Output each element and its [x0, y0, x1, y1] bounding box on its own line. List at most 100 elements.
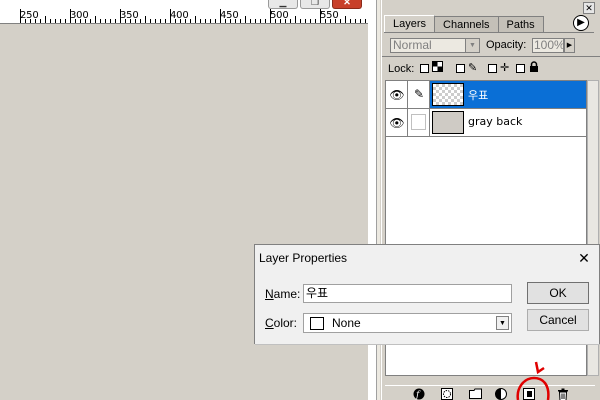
- ruler-tick: [355, 19, 356, 23]
- visibility-toggle[interactable]: 👁: [386, 109, 408, 136]
- minimize-icon: ▁: [279, 0, 287, 7]
- ruler-tick: [105, 19, 106, 23]
- ruler-tick: [300, 19, 301, 23]
- palette-close-button[interactable]: ✕: [583, 2, 595, 14]
- ruler-tick: [335, 19, 336, 23]
- lock-transparency-checkbox[interactable]: [420, 64, 429, 73]
- restore-icon: ❐: [310, 0, 320, 7]
- ruler-tick: [210, 19, 211, 23]
- cancel-button[interactable]: Cancel: [527, 309, 589, 331]
- ruler-tick: [175, 19, 176, 23]
- lock-icon: [529, 61, 539, 77]
- close-icon: ✕: [343, 0, 351, 7]
- ruler-tick: [125, 19, 126, 23]
- close-icon: ✕: [585, 3, 593, 13]
- ruler-tick: [65, 19, 66, 23]
- color-label: Color:: [265, 316, 298, 330]
- ruler-tick: [155, 19, 156, 23]
- layer-name-input[interactable]: 우표: [303, 284, 512, 303]
- new-set-icon[interactable]: [467, 388, 483, 400]
- lock-position-checkbox[interactable]: [488, 64, 497, 73]
- ruler-tick: [85, 19, 86, 23]
- chevron-down-icon[interactable]: ▼: [496, 316, 509, 330]
- ruler-tick: [290, 19, 291, 23]
- empty-link-box: [411, 114, 426, 130]
- layer-link-cell[interactable]: [408, 109, 430, 136]
- layer-link-cell[interactable]: ✎: [408, 81, 430, 108]
- ruler-tick: [205, 19, 206, 23]
- ruler-tick: [305, 19, 306, 23]
- ruler-tick: [160, 19, 161, 23]
- ruler-tick: [255, 19, 256, 23]
- eye-icon: 👁: [389, 116, 405, 130]
- ruler-tick: [110, 19, 111, 23]
- blend-mode-select[interactable]: Normal ▼: [390, 38, 480, 53]
- lock-row: Lock: ✎ ✛: [382, 56, 600, 80]
- window-controls: ▁ ❐ ✕: [268, 0, 362, 9]
- color-value: None: [332, 316, 361, 330]
- visibility-toggle[interactable]: 👁: [386, 81, 408, 108]
- ruler-tick: [150, 19, 151, 23]
- divider: [384, 32, 594, 33]
- trash-icon[interactable]: [555, 388, 571, 400]
- mask-icon[interactable]: [439, 388, 455, 400]
- checker-icon: [432, 61, 443, 76]
- ruler-tick: [220, 9, 221, 23]
- ruler-tick: [275, 19, 276, 23]
- ruler-tick: [330, 19, 331, 23]
- ruler-tick: [190, 19, 191, 23]
- dialog-close-button[interactable]: ✕: [573, 248, 595, 268]
- color-select[interactable]: None ▼: [303, 313, 512, 333]
- palette-titlebar[interactable]: ✕: [382, 0, 600, 16]
- close-window-button[interactable]: ✕: [332, 0, 362, 9]
- ruler-tick: [280, 19, 281, 23]
- ruler-tick: [245, 16, 246, 23]
- move-icon: ✛: [500, 62, 510, 74]
- lock-all-checkbox[interactable]: [516, 64, 525, 73]
- ruler-tick: [180, 19, 181, 23]
- opacity-label: Opacity:: [486, 39, 527, 51]
- ruler-tick: [270, 9, 271, 23]
- opacity-slider-button[interactable]: ▶: [564, 38, 575, 53]
- ruler-tick: [75, 19, 76, 23]
- ruler-tick: [120, 9, 121, 23]
- ruler-tick: [115, 19, 116, 23]
- ruler-tick: [195, 16, 196, 23]
- ruler-tick: [35, 19, 36, 23]
- tab-layers[interactable]: Layers: [384, 15, 436, 33]
- ok-button[interactable]: OK: [527, 282, 589, 304]
- name-label: Name:: [265, 287, 301, 301]
- layer-style-icon[interactable]: f: [411, 388, 427, 400]
- ruler-tick: [50, 19, 51, 23]
- ruler-tick: [185, 19, 186, 23]
- ruler-tick: [25, 19, 26, 23]
- highlight-annotation: [516, 361, 550, 400]
- opacity-field[interactable]: 100%: [532, 38, 565, 53]
- ruler-tick: [340, 19, 341, 23]
- minimize-button[interactable]: ▁: [268, 0, 298, 9]
- ruler-tick: [240, 19, 241, 23]
- palette-menu-button[interactable]: ▶: [573, 15, 589, 31]
- ruler-tick: [70, 9, 71, 23]
- arrow-right-icon: ▶: [577, 17, 585, 28]
- tab-channels[interactable]: Channels: [434, 16, 499, 33]
- ruler-tick: [365, 19, 366, 23]
- lock-label: Lock:: [388, 63, 415, 75]
- restore-button[interactable]: ❐: [300, 0, 330, 9]
- chevron-down-icon: ▼: [465, 39, 479, 52]
- ruler-tick: [325, 19, 326, 23]
- tab-paths[interactable]: Paths: [497, 16, 544, 33]
- ruler-tick: [310, 19, 311, 23]
- layer-row[interactable]: 👁 gray back: [386, 109, 586, 137]
- layer-properties-dialog: Layer Properties ✕ Name: 우표 Color: None …: [254, 244, 600, 344]
- ruler-tick: [165, 19, 166, 23]
- ruler-tick: [45, 16, 46, 23]
- ruler-tick: [230, 19, 231, 23]
- eye-icon: 👁: [389, 88, 405, 102]
- lock-image-checkbox[interactable]: [456, 64, 465, 73]
- layer-row[interactable]: 👁 ✎ 우표: [386, 81, 586, 109]
- ruler-tick: [30, 19, 31, 23]
- adjustment-layer-icon[interactable]: [493, 388, 509, 400]
- ruler-tick: [250, 19, 251, 23]
- ruler-tick: [20, 9, 21, 23]
